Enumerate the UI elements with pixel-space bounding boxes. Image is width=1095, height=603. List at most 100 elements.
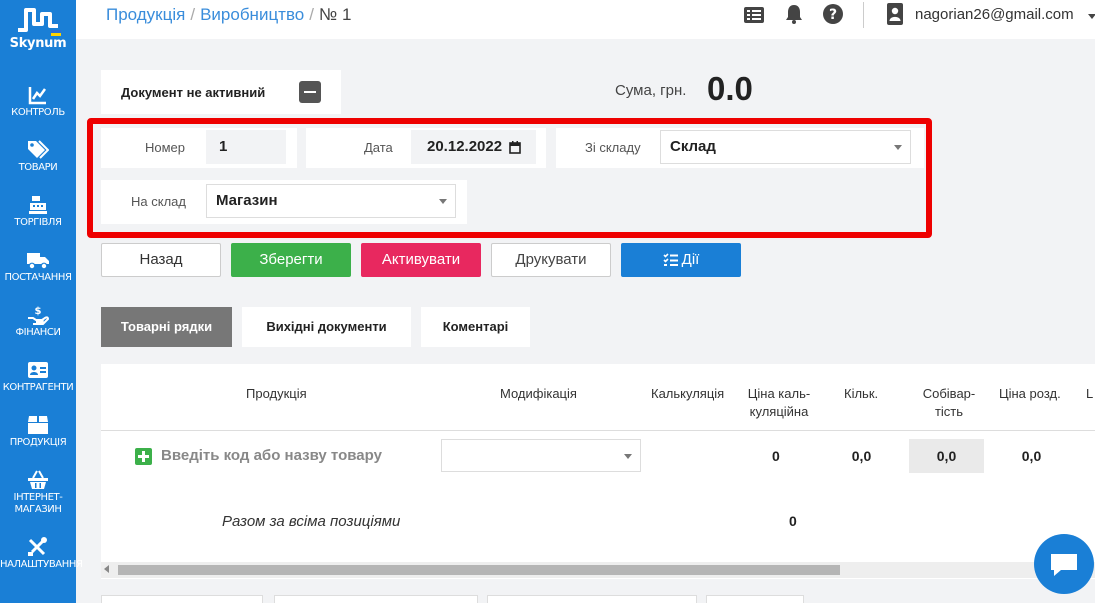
column-header-calculation: Калькуляція	[651, 386, 725, 401]
breadcrumb-link-production[interactable]: Виробництво	[200, 5, 304, 24]
tab-output-documents[interactable]: Вихідні документи	[242, 307, 411, 347]
sidebar-item-label: КОНТРОЛЬ	[11, 107, 65, 118]
logo-mark-icon	[18, 8, 61, 36]
tab-comments[interactable]: Коментарі	[421, 307, 530, 347]
sidebar-item-label-line2: МАГАЗИН	[14, 504, 62, 515]
scrollbar-thumb[interactable]	[118, 565, 840, 575]
chevron-down-icon	[624, 454, 632, 459]
breadcrumb: Продукція / Виробництво / № 1	[106, 5, 351, 25]
column-header-retail-price: Ціна розд.	[999, 386, 1061, 401]
status-toggle-icon[interactable]	[299, 81, 321, 103]
hand-dollar-icon: $	[28, 306, 49, 325]
print-button[interactable]: Друкувати	[491, 243, 611, 277]
to-warehouse-select[interactable]: Магазин	[206, 184, 456, 218]
sidebar-item-label: ФІНАНСИ	[15, 327, 61, 338]
column-header-cost-line2: тість	[934, 404, 964, 419]
sum-value: 0.0	[707, 70, 753, 107]
chevron-down-icon[interactable]	[1088, 14, 1095, 19]
column-header-modification: Модифікація	[500, 386, 577, 401]
breadcrumb-link-products[interactable]: Продукція	[106, 5, 185, 24]
document-status-card: Документ не активний	[101, 70, 341, 114]
app-name: Skynum	[9, 36, 67, 51]
cash-register-icon	[29, 196, 47, 214]
sidebar-item-label: НАЛАШТУВАННЯ	[0, 559, 83, 570]
bottom-card	[706, 595, 804, 603]
back-button[interactable]: Назад	[101, 243, 221, 277]
box-icon	[28, 416, 48, 434]
sidebar-item-settings[interactable]: НАЛАШТУВАННЯ	[0, 537, 83, 571]
activate-button[interactable]: Активувати	[361, 243, 481, 277]
svg-text:$: $	[35, 306, 42, 317]
sidebar-item-supply[interactable]: ПОСТАЧАННЯ	[0, 250, 76, 284]
total-value: 0	[789, 513, 797, 529]
calc-price-value: 0	[772, 448, 780, 464]
column-header-product: Продукція	[246, 386, 307, 401]
breadcrumb-separator: /	[190, 5, 196, 24]
sidebar-item-trade[interactable]: ТОРГІВЛЯ	[0, 195, 76, 229]
modification-select[interactable]	[441, 439, 641, 472]
sidebar-item-label: ПРОДУКЦІЯ	[9, 437, 67, 448]
add-icon[interactable]	[135, 448, 152, 465]
tab-goods-rows[interactable]: Товарні рядки	[101, 307, 232, 347]
address-card-icon	[28, 362, 48, 378]
actions-label: Дії	[681, 251, 700, 268]
sidebar-item-contractors[interactable]: КОНТРАГЕНТИ	[0, 360, 76, 394]
tools-icon	[28, 537, 47, 556]
svg-text:?: ?	[829, 7, 837, 23]
chevron-down-icon	[894, 145, 902, 150]
bell-icon[interactable]	[785, 4, 803, 24]
from-warehouse-label: Зі складу	[585, 140, 641, 155]
sidebar-item-control[interactable]: КОНТРОЛЬ	[0, 85, 76, 119]
date-value: 20.12.2022	[427, 138, 503, 155]
chevron-down-icon	[439, 199, 447, 204]
breadcrumb-current: № 1	[319, 5, 352, 24]
chart-line-icon	[28, 87, 47, 105]
tasks-icon	[663, 253, 678, 266]
date-input[interactable]: 20.12.2022	[411, 130, 536, 164]
total-label: Разом за всіма позиціями	[222, 513, 401, 530]
bottom-card	[487, 595, 697, 603]
user-email[interactable]: nagorian26@gmail.com	[915, 6, 1074, 23]
breadcrumb-separator: /	[309, 5, 314, 24]
from-warehouse-value: Склад	[670, 138, 716, 155]
shopping-basket-icon	[28, 470, 48, 489]
document-status-label: Документ не активний	[121, 85, 266, 100]
column-header-calc-price-line2: куляційна	[749, 404, 809, 419]
sidebar-item-goods[interactable]: ТОВАРИ	[0, 140, 76, 174]
column-header-calc-price-line1: Ціна каль-	[747, 386, 811, 401]
column-header-calc-price: Ціна каль-куляційна	[744, 385, 814, 421]
top-header: Продукція / Виробництво / № 1 ? nagorian26@g…	[76, 0, 1095, 39]
list-alt-icon[interactable]	[743, 6, 765, 24]
bottom-card	[101, 595, 263, 603]
column-header-cost-line1: Собівар-	[922, 386, 976, 401]
app-logo[interactable]: Skynum	[0, 4, 76, 64]
sidebar-item-label: ТОРГІВЛЯ	[14, 217, 62, 228]
sidebar-item-finance[interactable]: $ ФІНАНСИ	[0, 305, 76, 339]
sidebar-item-products[interactable]: ПРОДУКЦІЯ	[0, 415, 76, 449]
qty-input[interactable]: 0,0	[824, 439, 899, 473]
calendar-icon[interactable]	[509, 141, 521, 154]
retail-price-input[interactable]: 0,0	[994, 439, 1069, 473]
column-header-cost: Собівар-тість	[918, 385, 980, 421]
chat-icon	[1051, 554, 1077, 576]
sidebar-item-eshop[interactable]: ІНТЕРНЕТ- МАГАЗИН	[0, 470, 76, 516]
actions-button[interactable]: Дії	[621, 243, 741, 277]
scroll-left-icon[interactable]	[104, 565, 109, 573]
product-search-input[interactable]: Введіть код або назву товару	[130, 439, 431, 473]
user-badge-icon[interactable]	[886, 2, 904, 26]
save-button[interactable]: Зберегти	[231, 243, 351, 277]
to-warehouse-label: На склад	[131, 194, 186, 209]
header-divider	[863, 2, 864, 28]
sidebar-item-label: ТОВАРИ	[18, 162, 58, 173]
cost-value: 0,0	[909, 439, 984, 473]
from-warehouse-select[interactable]: Склад	[660, 130, 911, 164]
date-label: Дата	[364, 140, 393, 155]
to-warehouse-value: Магазин	[216, 192, 278, 209]
number-label: Номер	[145, 140, 186, 155]
sum-label: Сума, грн.	[615, 82, 687, 99]
number-input[interactable]: 1	[206, 130, 286, 164]
column-header-qty: Кільк.	[844, 386, 879, 401]
help-icon[interactable]: ?	[823, 4, 843, 24]
tags-icon	[28, 140, 49, 159]
chat-button[interactable]	[1034, 534, 1094, 594]
